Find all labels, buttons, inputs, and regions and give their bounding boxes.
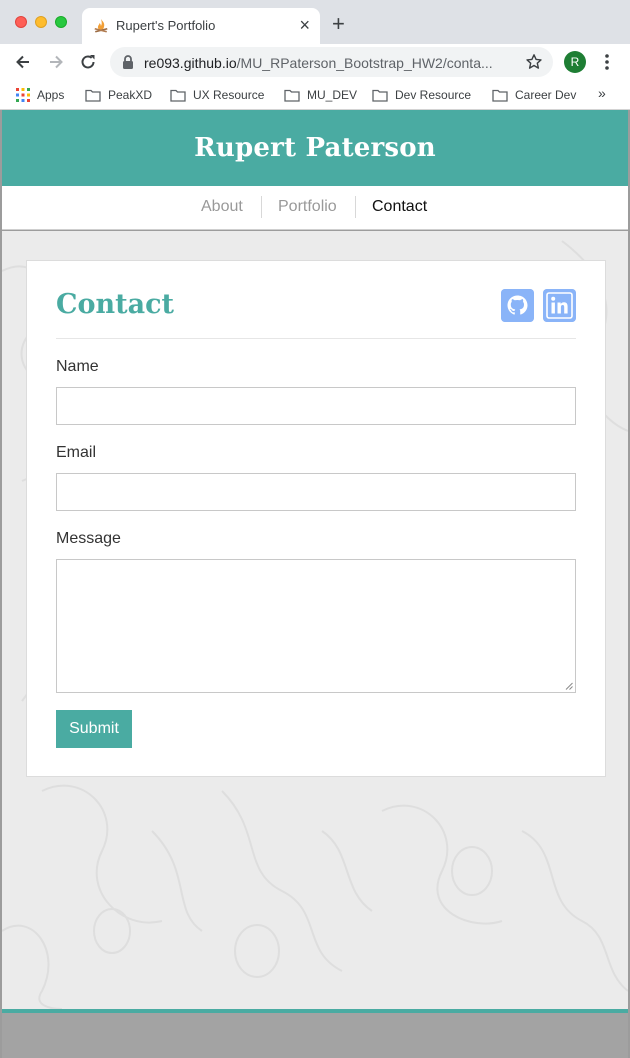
bookmark-label: MU_DEV [307, 88, 358, 102]
message-label: Message [56, 530, 121, 547]
tab-close-icon[interactable]: × [299, 15, 310, 35]
new-tab-button[interactable]: + [332, 12, 345, 36]
bookmark-label: PeakXD [108, 88, 153, 102]
browser-chrome: Rupert's Portfolio × + re093.github.io/M… [0, 0, 630, 110]
bookmark-label: Dev Resource [395, 88, 472, 102]
maximize-window-button[interactable] [55, 16, 67, 28]
bookmark-dev-resource[interactable]: Dev Resource [372, 85, 471, 105]
address-bar[interactable]: re093.github.io/MU_RPaterson_Bootstrap_H… [110, 47, 553, 77]
site-footer [2, 1013, 628, 1058]
site-header: Rupert Paterson [2, 110, 628, 186]
site-nav: About Portfolio Contact [2, 186, 628, 230]
nav-link-about[interactable]: About [201, 198, 243, 216]
profile-avatar[interactable]: R [564, 51, 586, 73]
bookmark-mu-dev[interactable]: MU_DEV [284, 85, 357, 105]
resize-handle-icon[interactable] [565, 682, 573, 690]
nav-link-portfolio[interactable]: Portfolio [278, 198, 337, 216]
tab-title: Rupert's Portfolio [116, 18, 216, 33]
nav-link-contact[interactable]: Contact [372, 198, 427, 216]
site-title: Rupert Paterson [194, 133, 436, 163]
content-background: Contact Name Email Message Submit [2, 231, 628, 1009]
browser-toolbar: re093.github.io/MU_RPaterson_Bootstrap_H… [0, 44, 630, 79]
folder-icon [492, 89, 508, 102]
reload-icon[interactable] [78, 52, 98, 72]
message-textarea[interactable] [56, 559, 576, 693]
bookmark-ux-resource[interactable]: UX Resource [170, 85, 264, 105]
bookmark-label: Career Dev [515, 88, 577, 102]
close-window-button[interactable] [15, 16, 27, 28]
email-label: Email [56, 444, 97, 461]
submit-button[interactable]: Submit [56, 710, 132, 748]
browser-tab[interactable]: Rupert's Portfolio × [82, 8, 320, 44]
forward-arrow-icon[interactable] [46, 52, 66, 72]
nav-divider [355, 196, 356, 218]
folder-icon [284, 89, 300, 102]
bookmarks-bar: Apps PeakXD UX Resource MU_DEV Dev Resou… [0, 79, 630, 110]
bookmark-peakxd[interactable]: PeakXD [85, 85, 152, 105]
name-input[interactable] [56, 387, 576, 425]
url-path: /MU_RPaterson_Bootstrap_HW2/conta... [236, 55, 493, 71]
bookmark-apps[interactable]: Apps [16, 85, 64, 105]
github-icon[interactable] [501, 289, 534, 322]
apps-grid-icon [16, 88, 30, 102]
campfire-icon [94, 19, 108, 33]
url-text: re093.github.io/MU_RPaterson_Bootstrap_H… [144, 55, 516, 71]
heading-divider [56, 338, 576, 339]
bookmark-label: UX Resource [193, 88, 265, 102]
nav-divider [261, 196, 262, 218]
tab-strip: Rupert's Portfolio × + [0, 0, 630, 44]
linkedin-icon[interactable] [543, 289, 576, 322]
browser-menu-icon[interactable] [600, 52, 614, 72]
email-input[interactable] [56, 473, 576, 511]
folder-icon [170, 89, 186, 102]
minimize-window-button[interactable] [35, 16, 47, 28]
bookmark-label: Apps [37, 88, 65, 102]
contact-card: Contact Name Email Message Submit [26, 260, 606, 777]
name-label: Name [56, 358, 99, 375]
contact-heading: Contact [56, 289, 175, 320]
bookmark-career-dev[interactable]: Career Dev [492, 85, 576, 105]
more-bookmarks-chevron-icon[interactable]: » [598, 85, 606, 101]
folder-icon [85, 89, 101, 102]
lock-icon [123, 55, 133, 69]
bookmark-star-icon[interactable] [525, 53, 543, 71]
url-host: re093.github.io [144, 55, 237, 71]
back-arrow-icon[interactable] [13, 52, 33, 72]
web-page: Rupert Paterson About Portfolio Contact [0, 110, 630, 1058]
folder-icon [372, 89, 388, 102]
